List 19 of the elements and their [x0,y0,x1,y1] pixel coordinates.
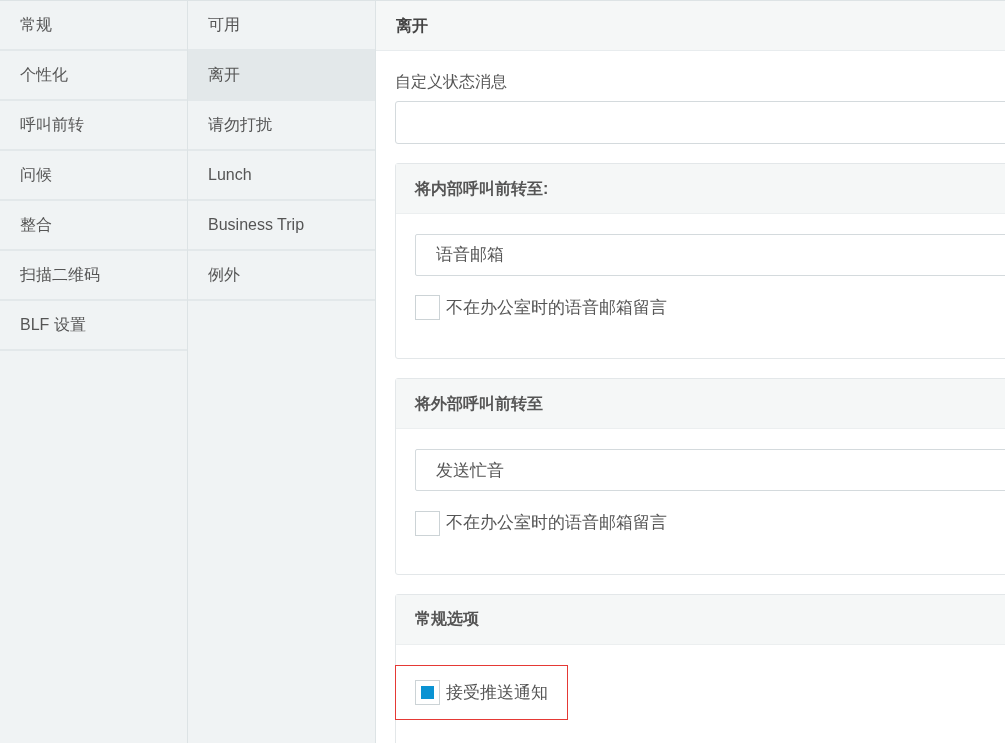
panel-title: 将外部呼叫前转至 [415,393,543,414]
forward-select[interactable]: 语音邮箱 [415,234,1005,276]
nav-item[interactable]: Business Trip [188,201,375,251]
panel-title: 常规选项 [415,609,479,629]
checkbox[interactable] [415,679,440,705]
nav-item[interactable]: 请勿打扰 [188,101,375,151]
nav-item[interactable]: Lunch [188,151,375,201]
checkbox-label: 不在办公室时的语音邮箱留言 [446,297,667,319]
checkbox[interactable] [415,295,440,321]
panel-title: 将内部呼叫前转至: [415,178,549,199]
field-label: 自定义状态消息 [395,72,508,92]
checkbox-label: 接受推送通知 [446,681,548,704]
checkbox[interactable] [415,510,440,536]
status-message-field[interactable] [395,101,1005,144]
forward-select[interactable]: 发送忙音 [415,449,1005,492]
nav-item[interactable]: 例外 [188,251,375,301]
checkbox-label: 不在办公室时的语音邮箱留言 [446,512,667,535]
page-title: 离开 [396,15,428,36]
nav-item[interactable]: 离开 [188,51,375,101]
